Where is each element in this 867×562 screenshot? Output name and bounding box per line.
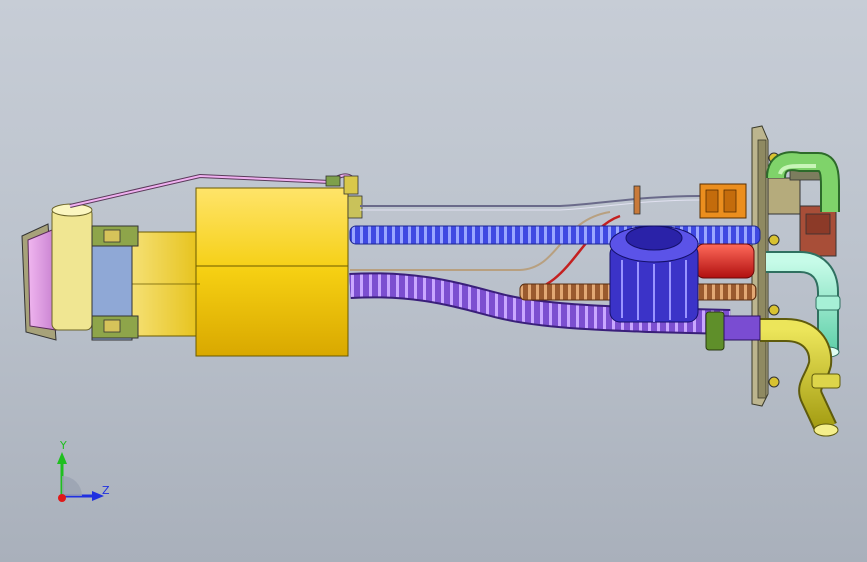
inlet-filter[interactable] <box>21 203 139 341</box>
z-axis-label: Z <box>102 484 110 497</box>
x-axis-origin-dot <box>58 494 66 502</box>
axis-triad: Y Z <box>57 440 110 502</box>
y-axis-label: Y <box>59 440 67 452</box>
triad-sector <box>62 476 82 496</box>
fuel-level-sender[interactable] <box>695 243 755 279</box>
blue-corrugated-hose[interactable] <box>349 225 761 245</box>
fuel-pump-module-model[interactable] <box>0 0 867 562</box>
pump-housing[interactable] <box>127 187 349 357</box>
jet-pump-cap[interactable] <box>609 225 699 323</box>
y-axis-arrow <box>57 452 67 464</box>
cad-viewport[interactable]: Y Z <box>0 0 867 562</box>
harness-connector[interactable] <box>633 183 747 219</box>
